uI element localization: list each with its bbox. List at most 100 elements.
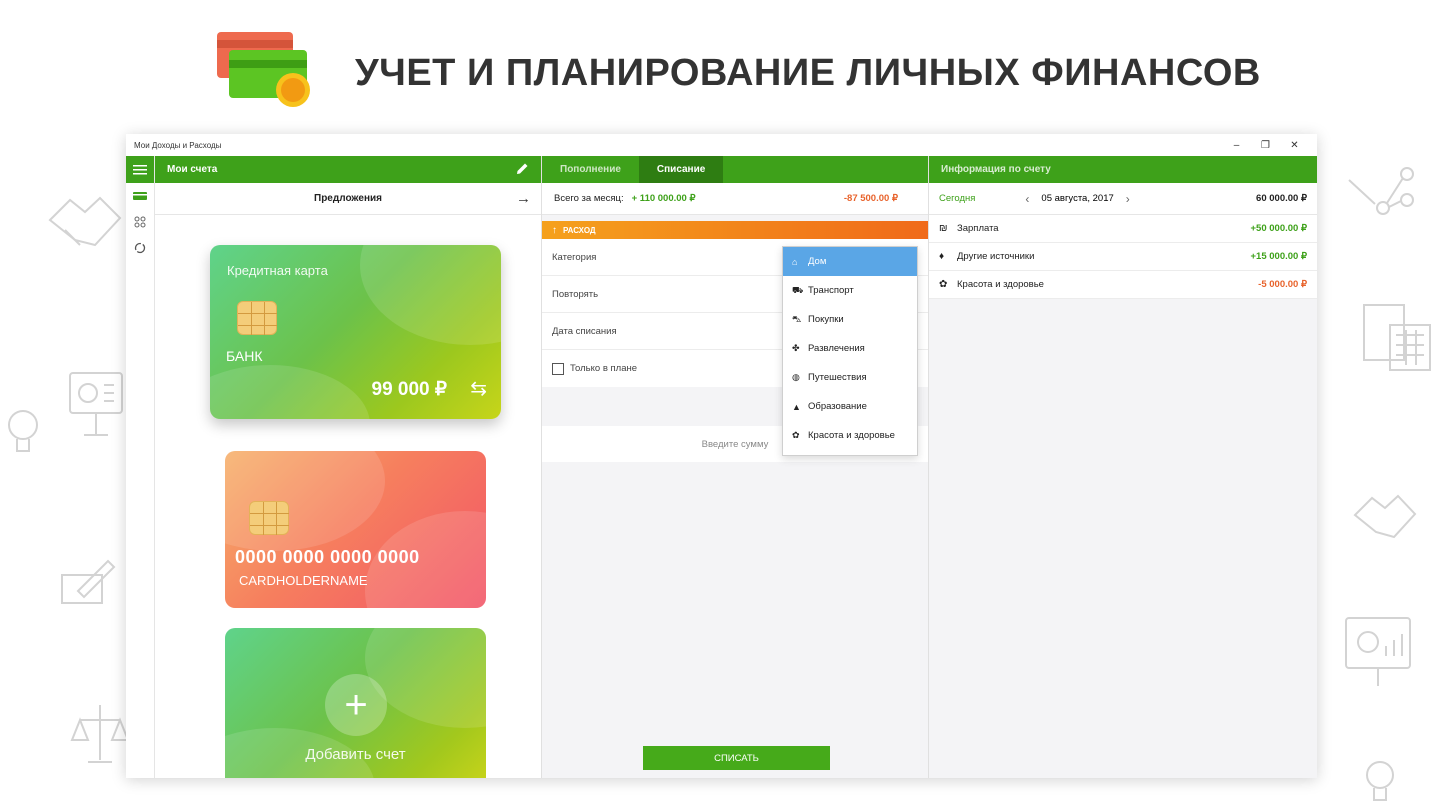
cart-icon: ⛍ [792, 313, 802, 324]
transaction-panel: Пополнение Списание Всего за месяц: + 11… [542, 156, 929, 778]
salary-icon: ₪ [939, 223, 948, 234]
offers-row[interactable]: Предложения → [155, 183, 541, 215]
submit-expense-button[interactable]: СПИСАТЬ [643, 746, 830, 770]
totals-expense: -87 500.00 ₽ [843, 193, 898, 204]
expense-section-bar: ↑ РАСХОД [542, 221, 928, 239]
puzzle-icon: ✤ [792, 343, 800, 353]
date-navigation: Сегодня ‹ 05 августа, 2017 › 60 000.00 ₽ [929, 183, 1317, 215]
tab-expense[interactable]: Списание [638, 156, 724, 183]
accounts-header: Мои счета [155, 156, 541, 183]
offers-label: Предложения [314, 193, 382, 204]
presentation-doodle-icon-2 [1340, 610, 1420, 690]
amount-placeholder: Введите сумму [701, 438, 769, 450]
transaction-amount: -5 000.00 ₽ [1258, 279, 1307, 290]
app-window: Мои Доходы и Расходы – ❐ ✕ Мои счета Пре… [126, 134, 1317, 778]
home-icon: ⌂ [792, 256, 798, 267]
transaction-amount: +15 000.00 ₽ [1250, 251, 1308, 262]
account-balance: 60 000.00 ₽ [1256, 193, 1307, 204]
dropdown-item-label: Путешествия [808, 372, 867, 383]
refresh-icon[interactable] [126, 235, 154, 261]
dropdown-item-shopping[interactable]: ⛍ Покупки [783, 305, 917, 334]
add-account-card[interactable]: + Добавить счет [225, 628, 486, 778]
handshake-doodle-icon-2 [1350, 490, 1420, 545]
apps-icon[interactable] [126, 209, 154, 235]
transaction-label: Другие источники [957, 251, 1035, 262]
lightbulb-doodle-icon [3, 405, 43, 465]
dropdown-item-transport[interactable]: ⛟ Транспорт [783, 276, 917, 305]
signature-doodle-icon [58, 555, 118, 610]
card-decoration [360, 245, 501, 345]
chevron-right-icon[interactable]: › [1126, 192, 1130, 206]
window-title: Мои Доходы и Расходы [134, 140, 222, 150]
transaction-label: Красота и здоровье [957, 279, 1044, 290]
pencil-icon[interactable] [516, 162, 529, 178]
totals-income: + 110 000.00 ₽ [631, 193, 696, 204]
close-button[interactable]: ✕ [1280, 140, 1309, 151]
plan-only-label: Только в плане [570, 363, 638, 374]
tab-income[interactable]: Пополнение [542, 156, 639, 183]
graph-doodle-icon [1345, 160, 1425, 230]
transaction-label: Зарплата [957, 223, 999, 234]
card-bank-label: БАНК [226, 348, 263, 364]
dropdown-item-beauty[interactable]: ✿ Красота и здоровье [783, 421, 917, 450]
plan-only-checkbox[interactable] [552, 362, 564, 375]
credit-card[interactable]: Кредитная карта БАНК 99 000 ₽ ⇆ [210, 245, 501, 419]
monthly-totals: Всего за месяц: + 110 000.00 ₽ -87 500.0… [542, 183, 928, 215]
dropdown-item-label: Дом [808, 256, 827, 267]
restore-button[interactable]: ❐ [1251, 140, 1280, 151]
debit-card[interactable]: 0000 0000 0000 0000 CARDHOLDERNAME [225, 451, 486, 608]
dropdown-item-home[interactable]: ⌂ Дом [783, 247, 917, 276]
date-label: Дата списания [552, 325, 617, 337]
today-button[interactable]: Сегодня [939, 193, 975, 204]
plus-icon[interactable]: + [325, 674, 387, 736]
repeat-label: Повторять [552, 288, 599, 300]
transaction-row[interactable]: ✿ Красота и здоровье -5 000.00 ₽ [929, 271, 1317, 299]
dropdown-item-label: Развлечения [808, 343, 865, 354]
flower-icon: ✿ [792, 430, 800, 440]
car-icon: ⛟ [792, 284, 804, 295]
card-number: 0000 0000 0000 0000 [235, 547, 420, 567]
card-balance: 99 000 ₽ [371, 379, 447, 400]
card-decoration [225, 451, 385, 551]
chip-icon [249, 501, 289, 535]
transaction-tabs: Пополнение Списание [542, 156, 928, 183]
dropdown-item-travel[interactable]: ◍ Путешествия [783, 363, 917, 392]
transaction-amount: +50 000.00 ₽ [1250, 223, 1308, 234]
arrow-right-icon[interactable]: → [516, 190, 531, 207]
card-decoration [210, 365, 370, 419]
transaction-row[interactable]: ♦ Другие источники +15 000.00 ₽ [929, 243, 1317, 271]
cards-icon[interactable] [126, 183, 154, 209]
chevron-left-icon[interactable]: ‹ [1025, 192, 1029, 206]
window-titlebar: Мои Доходы и Расходы – ❐ ✕ [126, 134, 1317, 156]
dropdown-item-education[interactable]: ▲ Образование [783, 392, 917, 421]
lightbulb-doodle-icon-2 [1360, 755, 1400, 805]
cards-logo-icon [215, 30, 315, 110]
transaction-row[interactable]: ₪ Зарплата +50 000.00 ₽ [929, 215, 1317, 243]
account-info-header: Информация по счету [929, 156, 1317, 183]
graduation-cap-icon: ▲ [792, 401, 801, 412]
dropdown-item-entertainment[interactable]: ✤ Развлечения [783, 334, 917, 363]
card-type-label: Кредитная карта [227, 263, 328, 278]
dropdown-item-label: Покупки [808, 314, 844, 325]
totals-label: Всего за месяц: [554, 193, 624, 204]
accounts-title: Мои счета [167, 164, 218, 175]
category-dropdown: ⌂ Дом ⛟ Транспорт ⛍ Покупки ✤ Развлечени… [782, 246, 918, 456]
money-bag-icon: ♦ [939, 251, 945, 262]
add-account-label: Добавить счет [305, 746, 406, 763]
scales-doodle-icon [70, 700, 130, 770]
chip-icon [237, 301, 277, 335]
nav-rail [126, 156, 155, 778]
minimize-button[interactable]: – [1222, 140, 1251, 151]
current-date: 05 августа, 2017 [1041, 193, 1114, 204]
accounts-panel: Мои счета Предложения → Кредитная карта … [155, 156, 542, 778]
swap-icon[interactable]: ⇆ [470, 376, 487, 401]
calculator-doodle-icon [1360, 295, 1440, 375]
hamburger-icon[interactable] [126, 156, 154, 183]
dropdown-item-label: Образование [808, 401, 867, 412]
card-holder-name: CARDHOLDERNAME [239, 573, 368, 588]
globe-icon: ◍ [792, 372, 800, 382]
dropdown-item-label: Транспорт [808, 285, 854, 296]
hero-title: УЧЕТ И ПЛАНИРОВАНИЕ ЛИЧНЫХ ФИНАНСОВ [355, 52, 1261, 94]
dropdown-item-label: Красота и здоровье [808, 430, 895, 441]
expense-section-label: РАСХОД [563, 225, 596, 235]
